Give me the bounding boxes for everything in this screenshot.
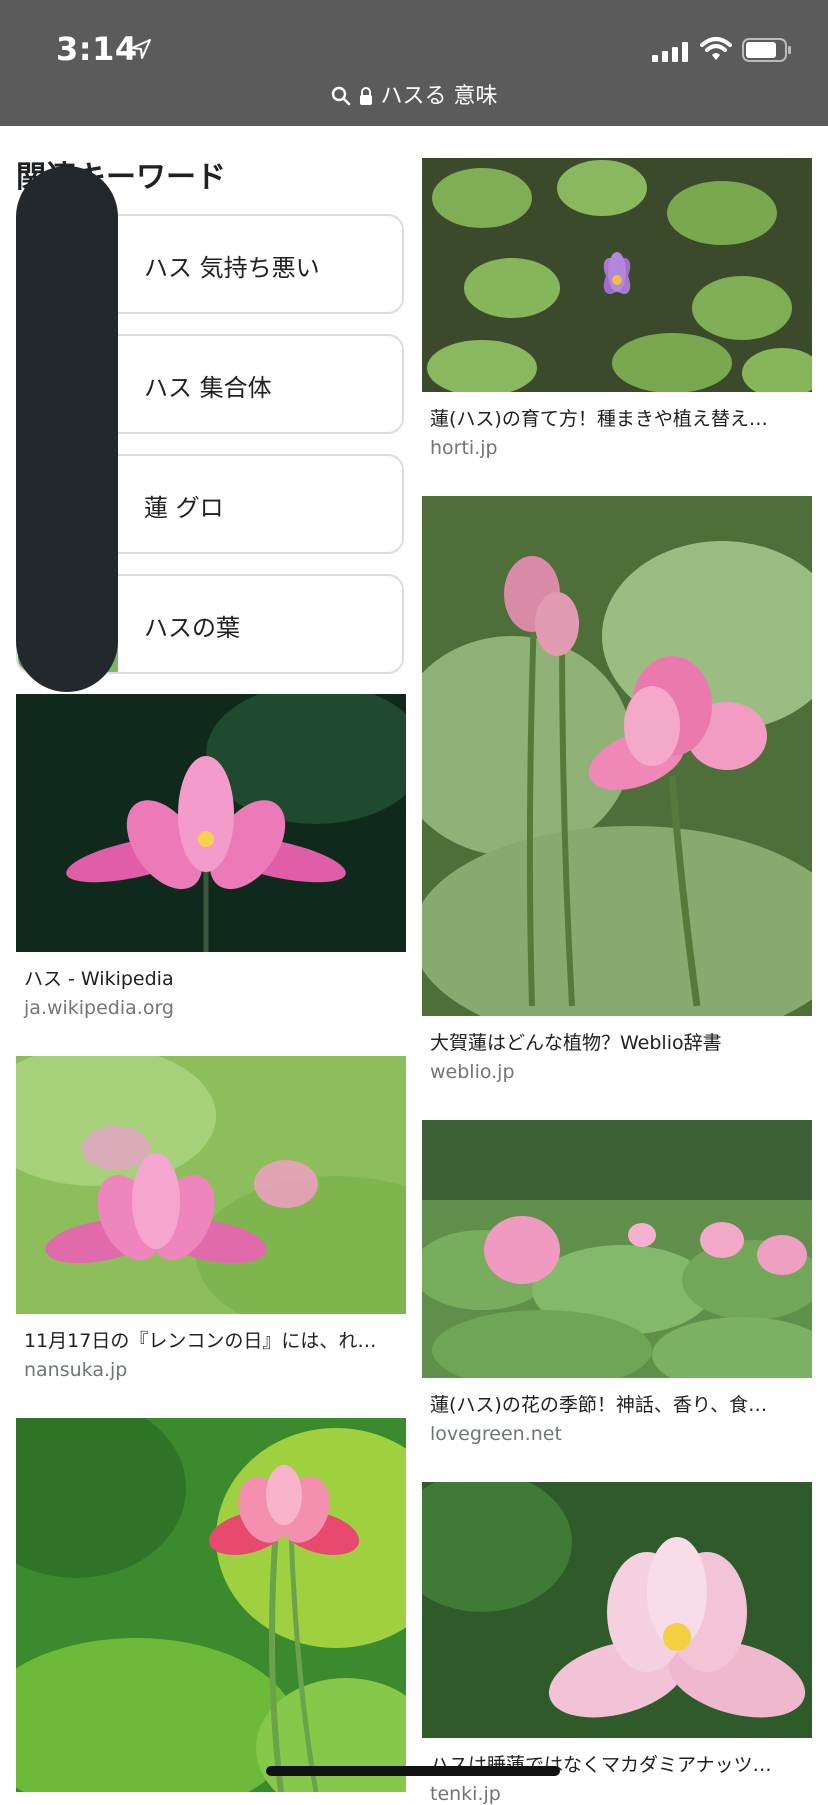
lotus-bokeh-image[interactable] <box>16 1056 406 1314</box>
lotus-flower-image[interactable] <box>422 496 812 1016</box>
result-source: weblio.jp <box>430 1061 515 1083</box>
lotus-field-image[interactable] <box>422 1120 812 1378</box>
redaction-block <box>16 166 118 692</box>
related-keyword-label: ハス 集合体 <box>144 374 272 402</box>
result-source: nansuka.jp <box>24 1359 128 1381</box>
browser-top-bar: 3:14 ハスる 意味 <box>0 0 828 126</box>
battery-icon <box>742 38 791 62</box>
image-result-card[interactable]: 蓮(ハス)の花の季節！神話、香り、食… lovegreen.net <box>422 1120 812 1445</box>
lotus-green-leaves-image[interactable] <box>16 1418 406 1792</box>
image-result-card[interactable]: 大賀蓮はどんな植物？Weblio辞書 weblio.jp <box>422 496 812 1083</box>
result-source: tenki.jp <box>430 1783 501 1805</box>
result-caption[interactable]: 11月17日の『レンコンの日』には、れ… <box>24 1326 398 1353</box>
image-result-card[interactable]: ハスは睡蓮ではなくマカダミアナッツ… tenki.jp <box>422 1482 812 1805</box>
result-source: ja.wikipedia.org <box>24 997 174 1019</box>
status-time: 3:14 <box>56 30 138 68</box>
url-bar-query: ハスる 意味 <box>380 84 498 109</box>
url-bar[interactable]: ハスる 意味 <box>0 78 828 112</box>
image-result-card[interactable]: ハス - Wikipedia ja.wikipedia.org <box>16 694 406 1019</box>
home-indicator[interactable] <box>266 1766 560 1776</box>
cellular-signal-icon <box>652 42 688 62</box>
related-keyword-label: ハス 気持ち悪い <box>144 254 320 282</box>
lotus-dark-background-image[interactable] <box>16 694 406 952</box>
result-caption[interactable]: 大賀蓮はどんな植物？Weblio辞書 <box>430 1028 804 1055</box>
related-keyword-label: ハスの葉 <box>144 614 240 642</box>
lock-icon <box>359 87 372 105</box>
wifi-icon <box>700 37 732 60</box>
lotus-pond-image[interactable] <box>422 158 812 392</box>
result-source: lovegreen.net <box>430 1423 562 1445</box>
related-keyword-label: 蓮 グロ <box>144 494 224 522</box>
image-result-card[interactable] <box>16 1418 406 1792</box>
search-icon <box>331 86 350 106</box>
pink-lotus-image[interactable] <box>422 1482 812 1738</box>
result-caption[interactable]: 蓮(ハス)の花の季節！神話、香り、食… <box>430 1390 804 1417</box>
result-caption[interactable]: ハス - Wikipedia <box>24 964 398 991</box>
location-arrow-icon <box>131 39 151 59</box>
result-source: horti.jp <box>430 437 498 459</box>
image-result-card[interactable]: 蓮(ハス)の育て方！種まきや植え替え… horti.jp <box>422 158 812 459</box>
result-caption[interactable]: 蓮(ハス)の育て方！種まきや植え替え… <box>430 404 804 431</box>
image-result-card[interactable]: 11月17日の『レンコンの日』には、れ… nansuka.jp <box>16 1056 406 1381</box>
